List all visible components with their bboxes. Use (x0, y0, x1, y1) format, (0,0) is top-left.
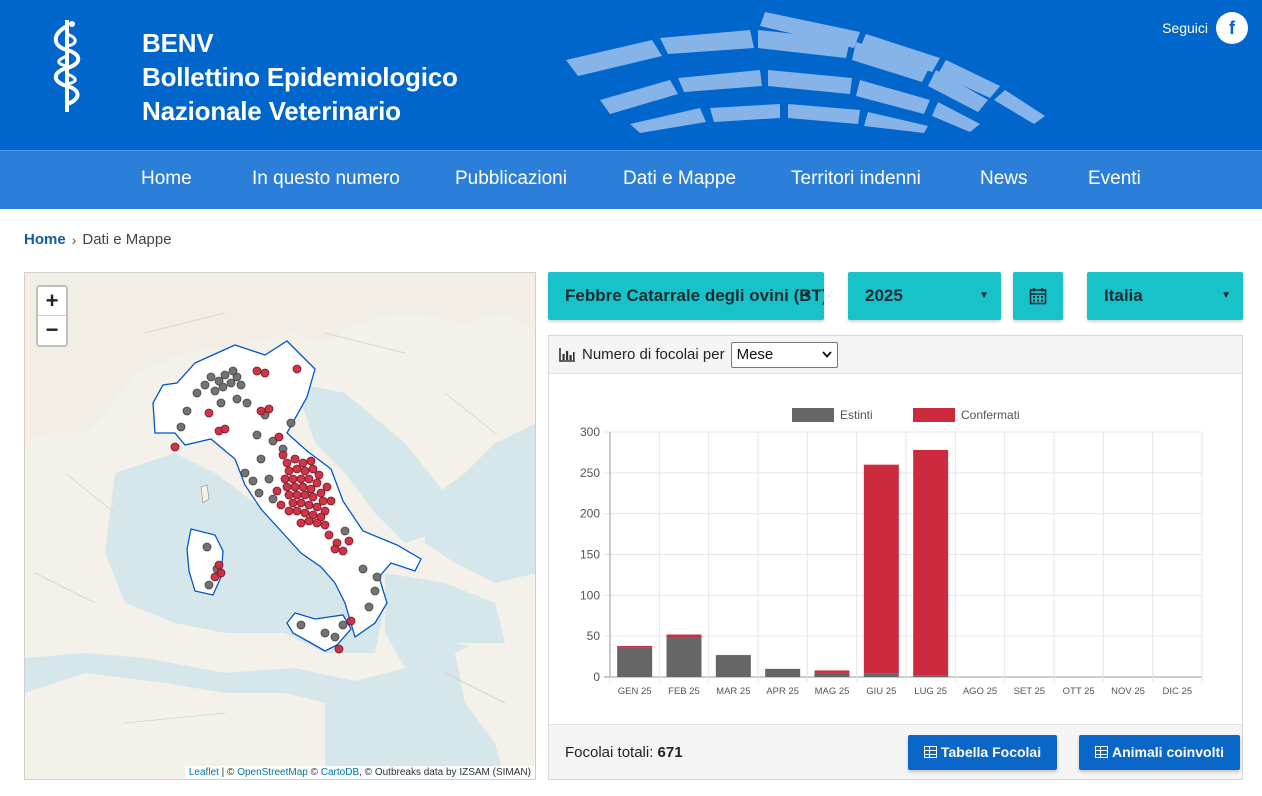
y-tick-label: 100 (580, 588, 600, 602)
bar-estinti-lug-25 (913, 675, 949, 677)
x-tick-label: LUG 25 (914, 686, 947, 697)
chevron-down-icon (821, 351, 832, 358)
social-label: Seguici (1162, 20, 1208, 36)
monthly-outbreaks-chart: 0 50 100 150 200 250 300 GEN 25 FEB 25 MAR 25 APR … (580, 408, 1203, 697)
nav-item-home[interactable]: Home (141, 151, 192, 209)
total-label: Focolai totali: (565, 744, 654, 761)
x-tick-label: APR 25 (766, 686, 799, 697)
bar-confermati-gen-25 (617, 645, 653, 648)
brand-line-3: Nazionale Veterinario (142, 96, 401, 126)
calendar-button[interactable] (1013, 272, 1063, 320)
bar-estinti-giu-25 (863, 673, 899, 677)
y-tick-label: 150 (580, 548, 600, 562)
caret-down-icon: ▼ (1221, 290, 1231, 301)
x-tick-label: FEB 25 (668, 686, 700, 697)
nav-item-news[interactable]: News (980, 151, 1028, 209)
bar-confermati-mar-25 (715, 654, 751, 656)
y-tick-label: 250 (580, 466, 600, 480)
total-value: 671 (657, 744, 683, 761)
caduceus-logo-icon (53, 20, 81, 112)
map-attribution: Leaflet | © OpenStreetMap © CartoDB, © O… (184, 766, 535, 779)
outbreak-map[interactable]: + − Leaflet | © OpenStreetMap © CartoDB,… (24, 272, 536, 780)
zoom-out-button[interactable]: − (38, 316, 66, 345)
x-tick-label: MAG 25 (815, 686, 850, 697)
site-title[interactable]: BENV Bollettino Epidemiologico Nazionale… (142, 26, 458, 128)
nav-item-dati-e-mappe[interactable]: Dati e Mappe (623, 151, 736, 209)
bar-confermati-feb-25 (666, 634, 702, 637)
legend-swatch-estinti (792, 408, 834, 422)
disease-select[interactable]: Febbre Catarrale degli ovini (BT) ▼ (548, 272, 824, 320)
chart-panel-footer: Focolai totali: 671 Tabella Focolai Anim… (549, 724, 1242, 779)
group-by-select[interactable]: Mese (730, 341, 838, 368)
disease-select-value: Febbre Catarrale degli ovini (BT) (565, 286, 824, 305)
legend-swatch-confermati (913, 408, 955, 422)
involved-animals-button[interactable]: Animali coinvolti (1079, 735, 1241, 770)
bar-estinti-feb-25 (666, 636, 702, 677)
x-tick-label: OTT 25 (1063, 686, 1095, 697)
breadcrumb: Home › Dati e Mappe (24, 231, 172, 248)
nav-item-in-questo-numero[interactable]: In questo numero (252, 151, 400, 209)
bar-confermati-mag-25 (814, 670, 850, 673)
involved-animals-label: Animali coinvolti (1112, 744, 1225, 760)
area-select-value: Italia (1104, 286, 1143, 305)
openstreetmap-link[interactable]: OpenStreetMap (237, 767, 308, 778)
facebook-icon[interactable]: f (1216, 12, 1248, 44)
legend-label-confermati: Confermati (961, 408, 1020, 422)
main-nav: Home In questo numero Pubblicazioni Dati… (0, 150, 1262, 209)
x-tick-label: GEN 25 (618, 686, 652, 697)
social-follow: Seguici f (1162, 12, 1248, 44)
chevron-right-icon: › (71, 231, 77, 248)
map-canvas[interactable] (25, 273, 536, 780)
table-icon (924, 746, 937, 758)
nav-item-pubblicazioni[interactable]: Pubblicazioni (455, 151, 567, 209)
y-tick-label: 300 (580, 425, 600, 439)
chart-panel-header: Numero di focolai per Mese (549, 336, 1242, 374)
caret-down-icon: ▼ (979, 290, 989, 301)
outbreaks-table-button[interactable]: Tabella Focolai (908, 735, 1058, 770)
y-tick-label: 50 (587, 629, 601, 643)
zoom-in-button[interactable]: + (38, 287, 66, 316)
legend-label-estinti: Estinti (840, 408, 873, 422)
caret-down-icon: ▼ (802, 290, 812, 301)
outbreak-chart-panel: Numero di focolai per Mese 0 50 100 150 200 2… (548, 335, 1243, 780)
table-icon (1095, 746, 1108, 758)
bar-estinti-gen-25 (617, 647, 653, 677)
header-decoration (566, 12, 1045, 133)
bar-estinti-apr-25 (765, 668, 801, 677)
nav-item-territori-indenni[interactable]: Territori indenni (791, 151, 921, 209)
x-tick-label: NOV 25 (1111, 686, 1145, 697)
outbreaks-attribution: , © Outbreaks data by IZSAM (SIMAN) (359, 767, 531, 778)
x-tick-label: DIC 25 (1163, 686, 1193, 697)
bar-chart-icon (559, 347, 575, 362)
calendar-icon (1029, 288, 1047, 305)
area-select[interactable]: Italia ▼ (1087, 272, 1243, 320)
bar-confermati-giu-25 (863, 464, 899, 674)
outbreaks-table-label: Tabella Focolai (941, 744, 1042, 760)
x-tick-label: MAR 25 (716, 686, 750, 697)
x-tick-label: SET 25 (1014, 686, 1046, 697)
site-header: BENV Bollettino Epidemiologico Nazionale… (0, 0, 1262, 150)
nav-item-eventi[interactable]: Eventi (1088, 151, 1141, 209)
leaflet-link[interactable]: Leaflet (189, 767, 219, 778)
brand-acronym: BENV (142, 28, 214, 58)
brand-line-2: Bollettino Epidemiologico (142, 62, 458, 92)
total-outbreaks: Focolai totali: 671 (565, 725, 683, 780)
y-tick-label: 0 (593, 670, 600, 684)
year-select[interactable]: 2025 ▼ (848, 272, 1001, 320)
breadcrumb-home-link[interactable]: Home (24, 231, 66, 248)
bar-estinti-mag-25 (814, 672, 850, 677)
bar-estinti-mar-25 (715, 655, 751, 677)
chart-panel-title: Numero di focolai per (582, 346, 725, 363)
y-tick-label: 200 (580, 507, 600, 521)
map-zoom-control: + − (36, 285, 68, 347)
cartodb-link[interactable]: CartoDB (321, 767, 359, 778)
breadcrumb-current: Dati e Mappe (82, 231, 172, 248)
chart-area: 0 50 100 150 200 250 300 GEN 25 FEB 25 MAR 25 APR … (549, 375, 1242, 724)
x-tick-label: AGO 25 (963, 686, 997, 697)
x-tick-label: GIU 25 (866, 686, 896, 697)
group-by-value: Mese (736, 346, 774, 363)
bar-confermati-lug-25 (913, 449, 949, 676)
year-select-value: 2025 (865, 286, 903, 305)
